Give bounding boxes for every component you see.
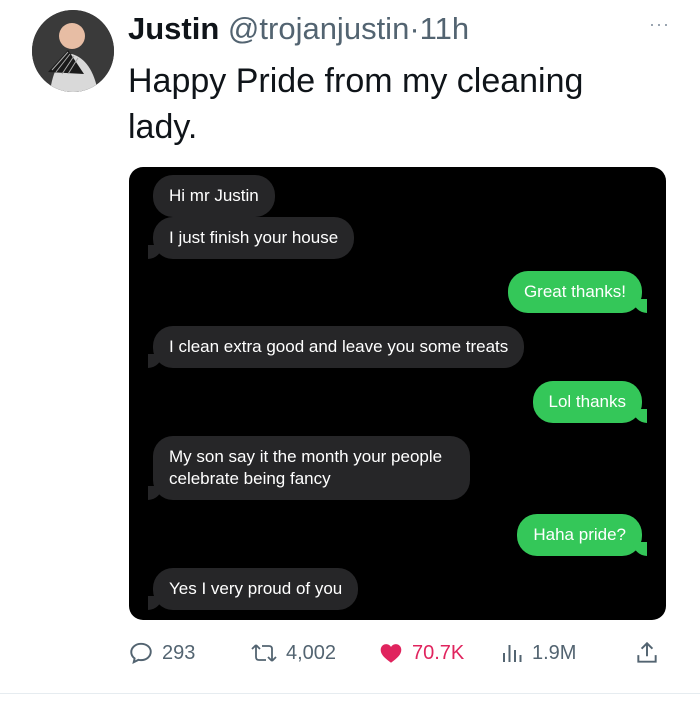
more-options-icon[interactable]: ···	[649, 14, 670, 35]
tweet-header: Justin @trojanjustin·11h	[128, 10, 469, 48]
retweet-icon	[251, 644, 277, 662]
tweet-time[interactable]: 11h	[420, 11, 469, 46]
message-bubble: Haha pride?	[517, 514, 647, 556]
heart-icon	[380, 644, 402, 663]
like-count: 70.7K	[412, 641, 465, 664]
views-count: 1.9M	[532, 641, 577, 664]
like-button[interactable]: 70.7K	[378, 640, 464, 666]
author-handle[interactable]: @trojanjustin	[228, 11, 409, 46]
chat-screenshot: Hi mr Justin I just finish your house Gr…	[129, 167, 666, 620]
message-bubble: Hi mr Justin	[153, 175, 275, 217]
avatar[interactable]	[32, 10, 114, 92]
views-button[interactable]: 1.9M	[500, 640, 576, 666]
retweet-button[interactable]: 4,002	[250, 640, 336, 666]
tweet-actions: 293 4,002 70.7K 1.9M	[128, 640, 668, 676]
message-bubble: Lol thanks	[532, 381, 647, 423]
share-button[interactable]	[634, 640, 668, 666]
message-bubble: Yes I very proud of you	[147, 568, 359, 610]
views-icon	[503, 645, 522, 662]
author-name[interactable]: Justin	[128, 11, 219, 46]
message-bubble: My son say it the month your people cele…	[148, 436, 470, 500]
reply-count: 293	[162, 641, 196, 664]
message-bubble: Great thanks!	[507, 271, 648, 313]
tweet-text: Happy Pride from my cleaning lady.	[128, 62, 584, 146]
divider	[0, 693, 700, 694]
separator-dot: ·	[409, 11, 420, 46]
share-icon	[637, 641, 657, 663]
message-bubble: I clean extra good and leave you some tr…	[147, 326, 525, 368]
retweet-count: 4,002	[286, 641, 337, 664]
message-bubble: I just finish your house	[147, 217, 355, 259]
reply-button[interactable]: 293	[128, 640, 195, 666]
reply-icon	[130, 642, 152, 665]
